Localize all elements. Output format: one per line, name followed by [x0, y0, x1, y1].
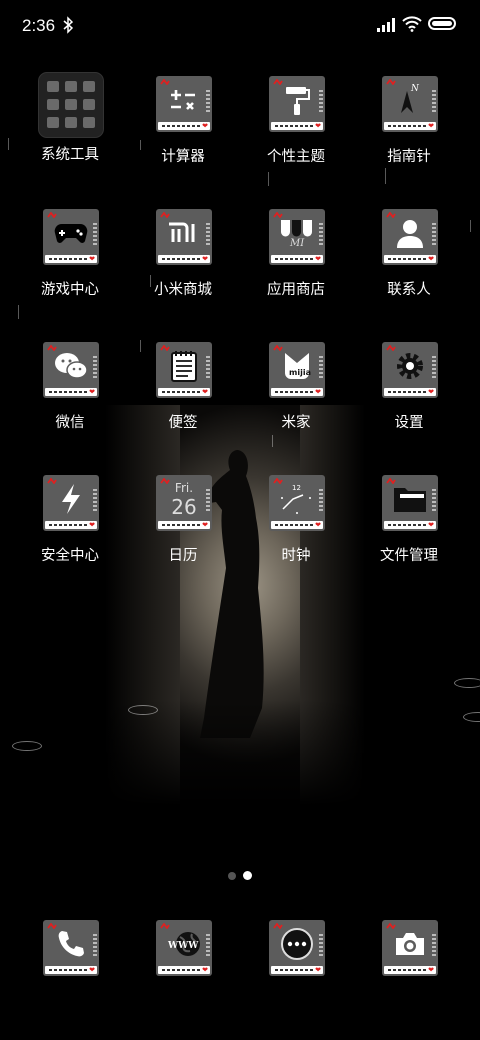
- person-icon: [382, 209, 438, 257]
- app-icon-tile: ❤: [43, 920, 99, 976]
- app-icon-tile: Fri. 26 ❤: [156, 475, 212, 531]
- app-icon-tile: WWW ❤: [156, 920, 212, 976]
- svg-text:mijia: mijia: [289, 368, 311, 377]
- calendar-date: 26: [171, 494, 197, 519]
- calculator-icon: [156, 76, 212, 124]
- app-label: 时钟: [281, 548, 311, 564]
- gamepad-icon: [43, 209, 99, 257]
- calendar-icon: Fri. 26: [156, 475, 212, 523]
- rain-streak: [470, 220, 471, 232]
- svg-text:N: N: [410, 84, 420, 94]
- app-label: 微信: [55, 415, 85, 431]
- app-icon-tile: ❤: [269, 76, 325, 132]
- app-notepad[interactable]: ❤ 便签: [127, 342, 239, 462]
- app-label: 日历: [168, 548, 198, 564]
- app-store-icon: MI: [269, 209, 325, 257]
- app-icon-tile: ❤: [382, 209, 438, 265]
- browser-www-text: WWW: [167, 941, 199, 951]
- app-label: 便签: [168, 415, 198, 431]
- app-shield-bolt[interactable]: ❤ 安全中心: [14, 475, 126, 595]
- rain-ripple: [463, 712, 480, 722]
- app-label: 安全中心: [41, 548, 99, 564]
- folder-preview: [38, 72, 104, 138]
- wifi-icon: [402, 16, 422, 32]
- page-dot-active[interactable]: [243, 871, 252, 880]
- page-dot[interactable]: [228, 872, 236, 880]
- browser-globe-icon: WWW: [156, 920, 212, 968]
- app-mijia[interactable]: mijia ❤ 米家: [240, 342, 352, 462]
- app-label: 指南针: [387, 149, 431, 165]
- app-icon-tile: ❤: [156, 342, 212, 398]
- app-icon-tile: ❤: [156, 76, 212, 132]
- calendar-day: Fri.: [174, 480, 194, 495]
- battery-icon: [428, 17, 456, 30]
- dock-messages[interactable]: ❤: [240, 920, 352, 1040]
- rain-ripple: [12, 741, 42, 751]
- app-label: 米家: [281, 415, 311, 431]
- phone-icon: [43, 920, 99, 968]
- app-icon-tile: 12 ❤: [269, 475, 325, 531]
- app-label: 设置: [394, 415, 424, 431]
- rain-ripple: [454, 678, 480, 688]
- app-icon-tile: ❤: [382, 920, 438, 976]
- notepad-icon: [156, 342, 212, 390]
- clock-dial-12: 12: [292, 484, 301, 492]
- rain-ripple: [128, 705, 158, 715]
- app-calendar[interactable]: Fri. 26 ❤ 日历: [127, 475, 239, 595]
- folder-icon: [382, 475, 438, 523]
- app-label: 个性主题: [267, 149, 325, 165]
- mijia-icon: mijia: [269, 342, 325, 390]
- folder-label: 系统工具: [41, 147, 99, 163]
- signal-bars-icon: [377, 18, 395, 32]
- svg-text:MI: MI: [289, 238, 305, 248]
- mi-logo-icon: [156, 209, 212, 257]
- app-label: 应用商店: [267, 282, 325, 298]
- rain-streak: [8, 138, 9, 150]
- app-person[interactable]: ❤ 联系人: [353, 209, 465, 329]
- wechat-icon: [43, 342, 99, 390]
- app-mi-logo[interactable]: ❤ 小米商城: [127, 209, 239, 329]
- app-icon-tile: mijia ❤: [269, 342, 325, 398]
- camera-icon: [382, 920, 438, 968]
- folder-system-tools[interactable]: 系统工具: [14, 0, 126, 163]
- app-label: 文件管理: [380, 548, 438, 564]
- dock-phone[interactable]: ❤: [14, 920, 126, 1040]
- app-paint-roller[interactable]: ❤ 个性主题: [240, 76, 352, 196]
- app-label: 小米商城: [154, 282, 212, 298]
- clock-icon: 12: [269, 475, 325, 523]
- app-icon-tile: ❤: [382, 342, 438, 398]
- app-icon-tile: ❤: [43, 475, 99, 531]
- wallpaper-floor: [105, 700, 365, 805]
- app-label: 游戏中心: [41, 282, 99, 298]
- app-label: 联系人: [387, 282, 431, 298]
- app-clock[interactable]: 12 ❤ 时钟: [240, 475, 352, 595]
- shield-bolt-icon: [43, 475, 99, 523]
- app-folder[interactable]: ❤ 文件管理: [353, 475, 465, 595]
- compass-icon: N: [382, 76, 438, 124]
- app-icon-tile: ❤: [43, 209, 99, 265]
- gear-icon: [382, 342, 438, 390]
- messages-icon: [269, 920, 325, 968]
- page-indicator[interactable]: [228, 871, 258, 881]
- dock-camera[interactable]: ❤: [353, 920, 465, 1040]
- app-icon-tile: ❤: [269, 920, 325, 976]
- app-icon-tile: ❤: [382, 475, 438, 531]
- paint-roller-icon: [269, 76, 325, 124]
- app-compass[interactable]: N ❤ 指南针: [353, 76, 465, 196]
- app-label: 计算器: [161, 149, 205, 165]
- app-icon-tile: MI ❤: [269, 209, 325, 265]
- app-icon-tile: ❤: [43, 342, 99, 398]
- app-icon-tile: N ❤: [382, 76, 438, 132]
- app-icon-tile: ❤: [156, 209, 212, 265]
- app-calculator[interactable]: ❤ 计算器: [127, 76, 239, 196]
- app-gamepad[interactable]: ❤ 游戏中心: [14, 209, 126, 329]
- app-gear[interactable]: ❤ 设置: [353, 342, 465, 462]
- app-app-store[interactable]: MI ❤ 应用商店: [240, 209, 352, 329]
- dock-browser-globe[interactable]: WWW ❤: [127, 920, 239, 1040]
- app-wechat[interactable]: ❤ 微信: [14, 342, 126, 462]
